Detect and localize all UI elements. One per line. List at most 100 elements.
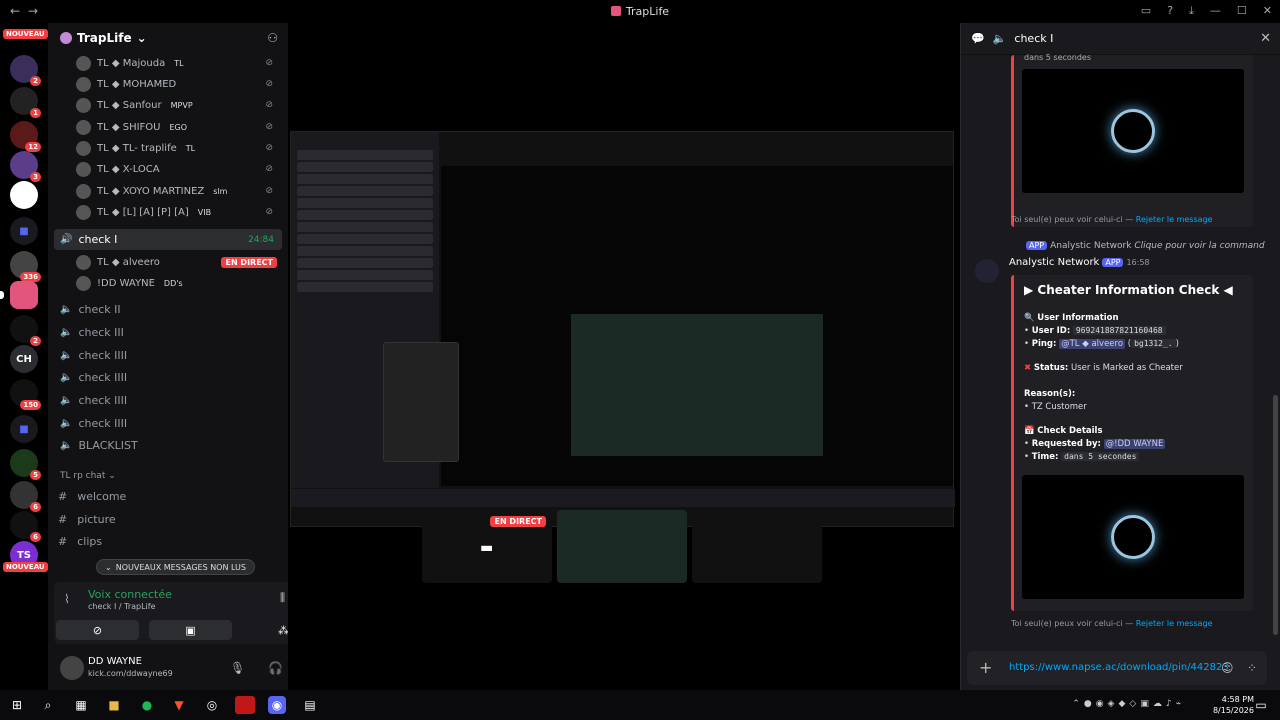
- server-icon[interactable]: 150: [10, 379, 41, 410]
- system-tray[interactable]: ⌃●◉◈◆◇▣☁♪⌁: [1072, 699, 1185, 709]
- voice-channel-check-i[interactable]: 🔊 check I 24:84: [54, 229, 282, 250]
- voice-user[interactable]: TL ◆ TL- traplife TL ⊘: [76, 138, 281, 158]
- add-user-icon[interactable]: ⚇: [267, 31, 278, 45]
- text-channel-picture[interactable]: # picture: [58, 508, 278, 530]
- server-icon[interactable]: 1: [10, 87, 41, 118]
- noise-suppression-icon[interactable]: ⫼: [280, 591, 285, 605]
- voice-user[interactable]: TL ◆ Sanfour MPVP ⊘: [76, 95, 281, 115]
- calendar-icon: 📅: [1024, 426, 1038, 436]
- avatar[interactable]: [975, 259, 999, 283]
- text-channel-clips[interactable]: # clips: [58, 530, 278, 552]
- notepad-icon[interactable]: ▤: [301, 696, 319, 714]
- camera-button[interactable]: ⊘: [56, 620, 139, 640]
- voice-user[interactable]: TL ◆ X-LOCA ⊘: [76, 159, 281, 179]
- dismiss-link[interactable]: Rejeter le message: [1136, 215, 1213, 224]
- voice-channel[interactable]: 🔈 check IIII: [54, 390, 282, 411]
- screen-icon: ▬: [480, 540, 494, 556]
- help-icon[interactable]: ?: [1167, 4, 1173, 18]
- server-icon[interactable]: 336: [10, 251, 41, 282]
- text-channel-welcome[interactable]: # welcome: [58, 485, 278, 507]
- folder-icon[interactable]: ■: [10, 415, 38, 443]
- server-icon[interactable]: CH: [10, 345, 38, 373]
- participant-thumbnail[interactable]: [692, 510, 822, 583]
- stream-thumbnail[interactable]: EN DIRECT ▬: [422, 510, 552, 583]
- close-icon[interactable]: ✕: [1260, 31, 1271, 46]
- server-icon[interactable]: 3: [10, 151, 41, 182]
- discord-icon[interactable]: ◉: [268, 696, 286, 714]
- deafened-icon: ⊘: [265, 100, 273, 110]
- folder-icon[interactable]: ■: [10, 217, 38, 245]
- deafened-icon: ⊘: [265, 143, 273, 153]
- voice-user[interactable]: TL ◆ [L] [A] [P] [A] VIB ⊘: [76, 202, 281, 222]
- avatar[interactable]: [60, 656, 84, 680]
- voice-channel[interactable]: 🔈 check IIII: [54, 367, 282, 388]
- magnifier-icon: 🔍: [1024, 313, 1038, 323]
- user-mention[interactable]: @TL ◆ alveero: [1059, 339, 1126, 349]
- speaker-icon: 🔈: [60, 418, 73, 429]
- clock[interactable]: 4:58 PM 8/15/2026: [1213, 694, 1254, 716]
- voice-channel[interactable]: 🔈 check IIII: [54, 345, 282, 366]
- stream-view[interactable]: EN DIRECT ▬: [288, 23, 956, 690]
- voice-user[interactable]: TL ◆ MOHAMED ⊘: [76, 74, 281, 94]
- server-header[interactable]: TrapLife ⌄ ⚇: [48, 23, 288, 53]
- avatar: [76, 97, 91, 113]
- voice-channel-blacklist[interactable]: 🔈 BLACKLIST: [54, 435, 282, 456]
- notification-icon[interactable]: ▭: [1252, 696, 1270, 714]
- close-button[interactable]: ✕: [1263, 4, 1272, 18]
- spotify-icon[interactable]: ●: [138, 696, 156, 714]
- server-icon[interactable]: 2: [10, 55, 41, 86]
- voice-user[interactable]: TL ◆ SHIFOU EGO ⊘: [76, 117, 281, 137]
- emoji-icon[interactable]: ☺: [1221, 661, 1234, 675]
- screen-share-frame[interactable]: [290, 131, 955, 527]
- minimize-button[interactable]: —: [1210, 4, 1221, 18]
- participant-thumbnail[interactable]: [557, 510, 687, 583]
- globe-logo-icon: [1111, 515, 1155, 559]
- microphone-icon[interactable]: 🎙: [230, 661, 245, 675]
- search-icon[interactable]: ⌕: [39, 696, 57, 714]
- voice-user[interactable]: TL ◆ Majouda TL ⊘: [76, 53, 281, 73]
- embed-image[interactable]: [1022, 475, 1244, 599]
- folder-icon[interactable]: ■: [105, 696, 123, 714]
- app-icon[interactable]: ◎: [203, 696, 221, 714]
- download-icon[interactable]: ⤓: [1189, 4, 1194, 18]
- server-icon[interactable]: [10, 181, 38, 209]
- start-icon[interactable]: ⊞: [8, 696, 26, 714]
- signal-icon[interactable]: ⌇: [64, 592, 70, 606]
- server-icon[interactable]: 6: [10, 511, 41, 542]
- new-messages-pill[interactable]: ⌄ NOUVEAUX MESSAGES NON LUS: [96, 559, 255, 575]
- task-view-icon[interactable]: ▦: [72, 696, 90, 714]
- server-icon[interactable]: 2: [10, 315, 41, 346]
- dismiss-link[interactable]: Rejeter le message: [1136, 619, 1213, 628]
- category-header[interactable]: TL rp chat ⌄: [60, 471, 116, 481]
- voice-user[interactable]: !DD WAYNE DD's: [76, 273, 281, 293]
- user-mention[interactable]: @!DD WAYNE: [1103, 439, 1166, 449]
- speaker-icon: 🔈: [60, 372, 73, 383]
- server-icon[interactable]: 6: [10, 481, 41, 512]
- embed-image[interactable]: [1022, 69, 1244, 193]
- plus-icon[interactable]: +: [979, 658, 992, 677]
- voice-user[interactable]: TL ◆ alveero EN DIRECT: [76, 252, 281, 272]
- voice-channel[interactable]: 🔈 check III: [54, 322, 282, 343]
- inbox-icon[interactable]: ▭: [1141, 4, 1151, 18]
- app-icon[interactable]: [235, 696, 255, 714]
- voice-channel[interactable]: 🔈 check IIII: [54, 413, 282, 434]
- brave-icon[interactable]: ▼: [170, 696, 188, 714]
- apps-icon[interactable]: ⁘: [1247, 661, 1257, 675]
- chevron-down-icon: ⌄: [136, 31, 147, 45]
- screen-share-button[interactable]: ▣: [149, 620, 232, 640]
- maximize-button[interactable]: ☐: [1237, 4, 1247, 18]
- channel-sidebar: TrapLife ⌄ ⚇ TL ◆ Majouda TL ⊘ TL ◆ MOHAMED ⊘…: [48, 23, 330, 690]
- headphones-icon[interactable]: 🎧: [268, 661, 283, 675]
- avatar: [76, 55, 91, 71]
- voice-user[interactable]: TL ◆ XOYO MARTINEZ slm ⊘: [76, 181, 281, 201]
- server-icon[interactable]: 12: [10, 121, 41, 152]
- scrollbar[interactable]: [1273, 395, 1278, 635]
- voice-channel[interactable]: 🔈 check II: [54, 299, 282, 320]
- message-input[interactable]: + https://www.napse.ac/download/pin/4428…: [967, 651, 1267, 685]
- speaker-icon: 🔈: [60, 440, 73, 451]
- reply-line[interactable]: APP Analystic Network Clique pour voir la…: [1023, 241, 1265, 251]
- shared-screen-taskbar: [291, 489, 955, 507]
- server-rail: NOUVEAU 2 1 12 3 ■ 336 2 CH 150 ■ 5 6 6 …: [0, 23, 48, 690]
- server-traplife-icon[interactable]: [0, 281, 38, 309]
- server-icon[interactable]: 5: [10, 449, 41, 480]
